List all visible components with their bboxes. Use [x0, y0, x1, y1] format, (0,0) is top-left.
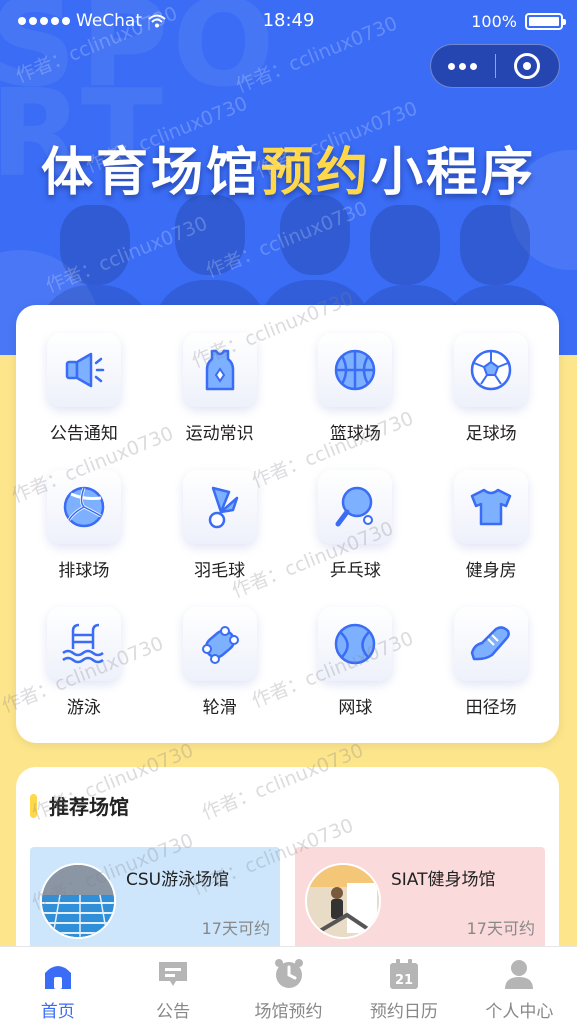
tab-booking-calendar[interactable]: 21 预约日历: [346, 947, 461, 1030]
tab-label: 首页: [40, 1002, 75, 1022]
running-shoe-icon: [470, 626, 511, 661]
calendar-icon: 21: [389, 959, 418, 989]
section-title: 推荐场馆: [49, 795, 129, 819]
watermark: 作者：cclinux0730: [198, 739, 367, 825]
battery-icon: [525, 13, 566, 30]
alarm-clock-icon: [274, 959, 303, 988]
close-miniprogram-button[interactable]: [496, 53, 560, 79]
grid-item-basketball[interactable]: 篮球场: [288, 333, 424, 444]
grid-item-label: 网球: [338, 698, 373, 718]
miniprogram-capsule: [430, 44, 560, 88]
grid-item-roller-skating[interactable]: 轮滑: [152, 607, 288, 718]
grid-item-label: 公告通知: [49, 424, 118, 444]
grid-item-sports-knowledge[interactable]: 运动常识: [152, 333, 288, 444]
hero-title: 体育场馆预约小程序: [0, 130, 577, 205]
more-menu-button[interactable]: [431, 62, 495, 70]
grid-item-gym[interactable]: 健身房: [423, 470, 559, 581]
section-accent-bar: [30, 793, 37, 818]
tshirt-icon: [470, 488, 512, 526]
ping-pong-paddle-icon: [335, 486, 374, 527]
tab-home[interactable]: 首页: [0, 947, 115, 1030]
category-grid: 公告通知 运动常识 篮球场 足球场 排球场 羽毛球 乒乓球 健身房 游泳 轮滑 …: [16, 333, 559, 718]
venue-thumbnail: [40, 863, 116, 939]
skateboard-icon: [201, 626, 239, 664]
volleyball-icon: [63, 486, 105, 528]
venue-availability: 17天可约: [201, 919, 270, 938]
grid-item-tennis[interactable]: 网球: [288, 607, 424, 718]
venue-name: CSU游泳场馆: [126, 870, 230, 890]
tab-label: 场馆预约: [254, 1002, 323, 1022]
tab-notice[interactable]: 公告: [115, 947, 230, 1030]
grid-item-label: 田径场: [465, 698, 517, 718]
grid-item-swimming[interactable]: 游泳: [16, 607, 152, 718]
swimming-pool-icon: [62, 623, 104, 664]
grid-item-label: 排球场: [58, 561, 110, 581]
grid-item-soccer[interactable]: 足球场: [423, 333, 559, 444]
status-bar: WeChat 18:49 100%: [0, 0, 577, 42]
hero-title-part1: 体育场馆: [40, 143, 261, 203]
grid-item-label: 乒乓球: [329, 561, 381, 581]
grid-item-table-tennis[interactable]: 乒乓球: [288, 470, 424, 581]
venue-name: SIAT健身场馆: [391, 870, 496, 890]
target-close-icon: [514, 53, 541, 79]
recommended-venues-card: 推荐场馆 CSU游泳场馆 17天可约 SIAT健身场馆 17天可约 作者：ccl…: [16, 739, 559, 967]
grid-item-label: 运动常识: [185, 424, 254, 444]
tab-label: 预约日历: [369, 1002, 438, 1022]
grid-item-label: 健身房: [465, 561, 517, 581]
grid-item-volleyball[interactable]: 排球场: [16, 470, 152, 581]
jersey-icon: [205, 349, 234, 391]
grid-item-label: 羽毛球: [194, 561, 246, 581]
grid-item-label: 足球场: [465, 424, 517, 444]
category-grid-card: 公告通知 运动常识 篮球场 足球场 排球场 羽毛球 乒乓球 健身房 游泳 轮滑 …: [0, 287, 559, 743]
tab-venue-booking[interactable]: 场馆预约: [231, 947, 346, 1030]
tab-profile[interactable]: 个人中心: [462, 947, 577, 1030]
grid-item-announcement[interactable]: 公告通知: [16, 333, 152, 444]
hero-title-highlight: 预约: [260, 143, 371, 203]
tab-label: 个人中心: [485, 1002, 554, 1022]
user-icon: [505, 960, 534, 989]
grid-item-label: 篮球场: [329, 424, 381, 444]
venue-availability: 17天可约: [466, 919, 535, 938]
grid-item-badminton[interactable]: 羽毛球: [152, 470, 288, 581]
home-icon: [44, 966, 71, 989]
megaphone-icon: [65, 352, 105, 388]
section-header: 推荐场馆: [30, 791, 129, 820]
grid-item-track-field[interactable]: 田径场: [423, 607, 559, 718]
grid-item-label: 轮滑: [202, 698, 237, 718]
notice-icon: [159, 962, 188, 986]
bottom-tab-bar: 首页 公告 场馆预约 21 预约日历 个人中心: [0, 946, 577, 1030]
grid-item-label: 游泳: [66, 698, 101, 718]
svg-text:21: 21: [395, 973, 413, 988]
venue-thumbnail: [305, 863, 381, 939]
soccer-ball-icon: [470, 349, 512, 391]
status-bar-right: 100%: [471, 12, 566, 31]
tab-label: 公告: [156, 1002, 191, 1022]
basketball-icon: [335, 349, 376, 391]
tennis-ball-icon: [335, 623, 376, 665]
hero-title-part2: 小程序: [371, 143, 537, 203]
battery-percent: 100%: [471, 12, 517, 31]
shuttlecock-icon: [208, 486, 238, 529]
